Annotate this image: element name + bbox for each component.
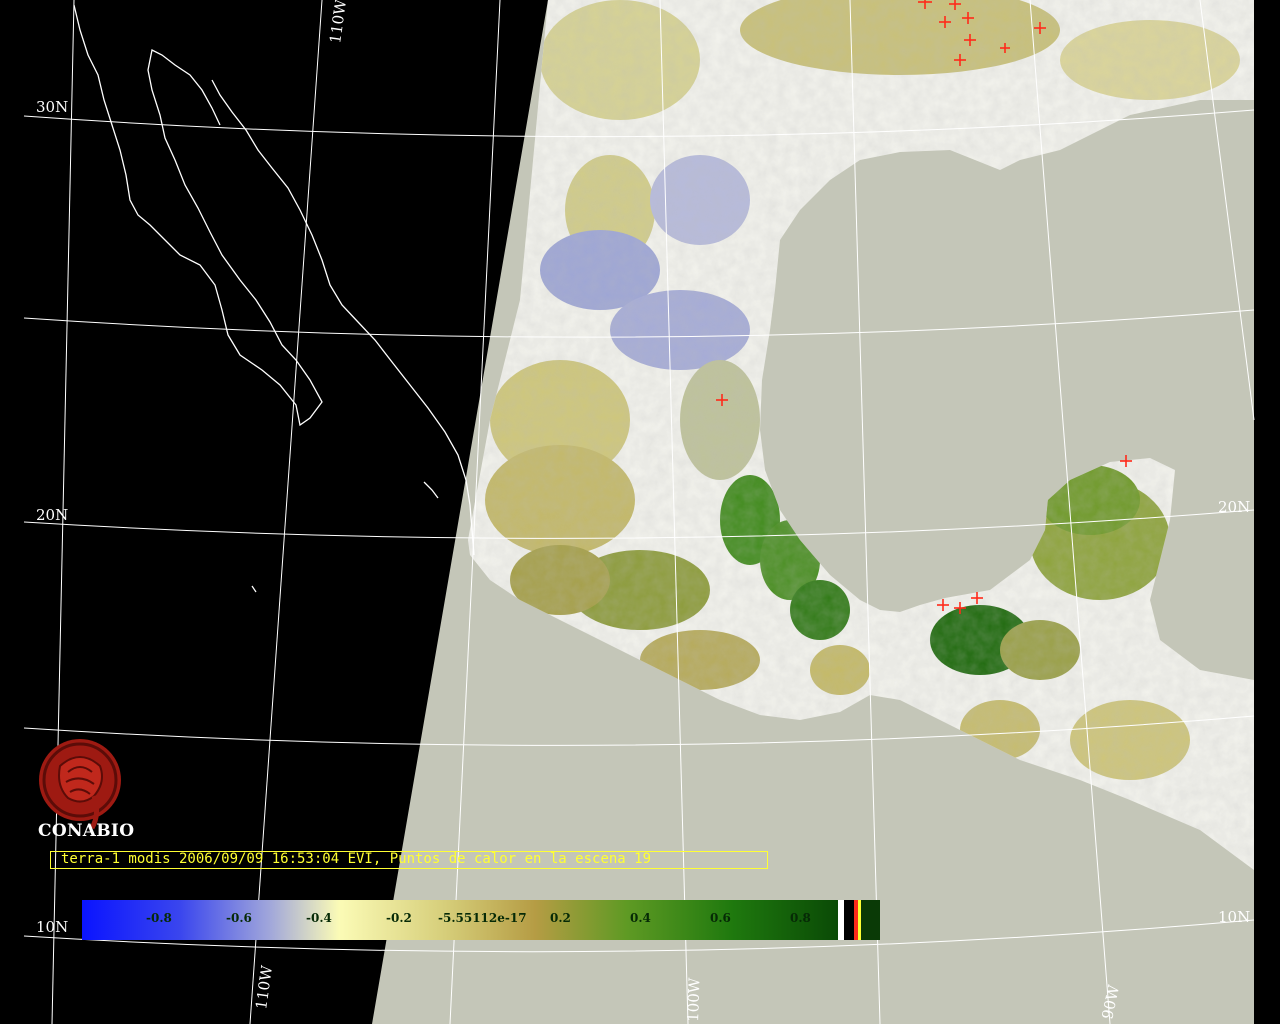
scene-caption: terra-1 modis 2006/09/09 16:53:04 EVI, P… xyxy=(61,851,652,867)
map-view: 30N 20N 10N 20N 10N 110W 110W 100W 90W xyxy=(0,0,1280,1024)
label-lat-10: 10N xyxy=(36,918,68,936)
colorbar-hotspot-swatch xyxy=(854,900,858,940)
colorbar-tick: 0.8 xyxy=(790,911,811,925)
label-lon-100: 100W xyxy=(684,977,704,1022)
label-lat-30: 30N xyxy=(36,98,68,116)
colorbar-tick: -5.55112e-17 xyxy=(438,911,527,925)
colorbar-tick: 0.2 xyxy=(550,911,571,925)
colorbar-tick: -0.6 xyxy=(226,911,252,925)
caption-box: terra-1 modis 2006/09/09 16:53:04 EVI, P… xyxy=(50,851,768,869)
label-lat-10-east: 10N xyxy=(1218,908,1250,926)
colorbar-tick: 0.4 xyxy=(630,911,651,925)
colorbar-tick: 0.6 xyxy=(710,911,731,925)
label-lat-20-east: 20N xyxy=(1218,498,1250,516)
colorbar-cloud-swatch xyxy=(838,900,844,940)
colorbar-tick: -0.4 xyxy=(306,911,332,925)
colorbar-yellow-swatch xyxy=(858,900,861,940)
label-lat-20: 20N xyxy=(36,506,68,524)
colorbar-land-swatch xyxy=(861,900,880,940)
colorbar-tick: -0.8 xyxy=(146,911,172,925)
logo-text: CONABIO xyxy=(38,821,135,841)
colorbar-tick: -0.2 xyxy=(386,911,412,925)
colorbar-black-swatch xyxy=(844,900,854,940)
